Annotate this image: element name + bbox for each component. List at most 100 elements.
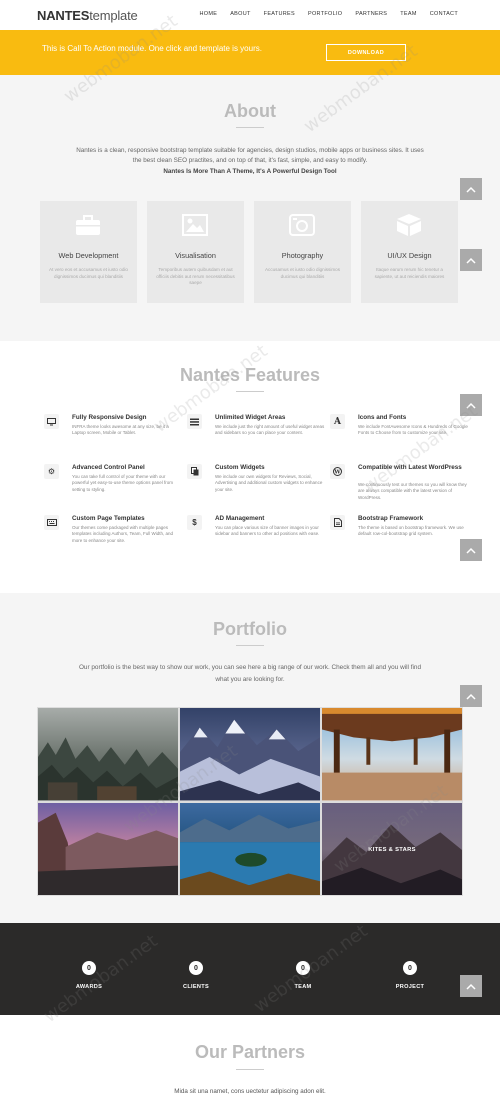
portfolio-item-kites-and-stars[interactable]: KITES & STARS (321, 801, 463, 896)
feature-desc: We include FontAwesome Icons & Hundreds … (358, 424, 468, 436)
nav-home[interactable]: HOME (200, 11, 218, 17)
card-title: Photography (281, 251, 324, 260)
nav-contact[interactable]: CONTACT (430, 11, 458, 17)
feature-title: Advanced Control Panel (72, 464, 145, 471)
title-divider (236, 127, 264, 128)
navbar: NANTEStemplate HOME ABOUT FEATURES PORTF… (0, 0, 500, 30)
download-button[interactable]: DOWNLOAD (326, 44, 406, 61)
dollar-icon: $ (187, 515, 202, 530)
stat-label: PROJECT (395, 984, 425, 990)
feature-desc: You can take full control of your theme … (72, 474, 174, 492)
feature-desc: We include our own widgets for Reviews, … (215, 474, 323, 492)
feature-desc: We include just the right amount of usef… (215, 424, 325, 436)
scroll-up-button[interactable] (460, 394, 482, 416)
scroll-up-button[interactable] (460, 249, 482, 271)
partners-description: Mida sit una namet, cons uectetur adipis… (174, 1088, 326, 1095)
stat-value: 0 (189, 961, 203, 975)
file-icon (330, 515, 345, 530)
briefcase-icon (74, 213, 102, 237)
portfolio-item-lake-island[interactable] (179, 801, 321, 896)
service-card[interactable]: Photography Accusamus et iusto odio dign… (254, 201, 351, 303)
scroll-up-button[interactable] (460, 975, 482, 997)
portfolio-item-caption: KITES & STARS (368, 846, 416, 853)
scroll-up-button[interactable] (460, 685, 482, 707)
stats-section: 0 AWARDS 0 CLIENTS 0 TEAM 0 PROJECT (0, 923, 500, 1015)
title-divider (236, 1069, 264, 1070)
feature-title: AD Management (215, 515, 265, 522)
copy-icon (187, 464, 202, 479)
service-cards: Web Development At vero eos et accusamus… (40, 201, 458, 303)
portfolio-item-foggy-forest[interactable] (37, 707, 179, 802)
card-desc: Accusamus et iusto odio dignissimos duci… (264, 267, 341, 279)
stat-label: AWARDS (75, 984, 103, 990)
cta-text: This is Call To Action module. One click… (42, 44, 262, 53)
feature-item: Bootstrap Framework The theme is based o… (330, 515, 465, 555)
card-desc: At vero eos et accusamus et iusto odio d… (49, 267, 128, 279)
scroll-up-button[interactable] (460, 178, 482, 200)
features-title: Nantes Features (179, 365, 321, 385)
stat-awards: 0 AWARDS (59, 961, 119, 990)
font-icon: A (330, 414, 345, 429)
feature-item: A Icons and Fonts We include FontAwesome… (330, 414, 468, 454)
feature-desc: Our themes come packaged with multiple p… (72, 525, 173, 543)
features-section: Nantes Features Fully Responsive Design … (0, 341, 500, 593)
chevron-up-icon (466, 693, 476, 700)
stat-label: CLIENTS (182, 984, 210, 990)
card-desc: Temporibus autem quibusdam et aut offici… (156, 267, 235, 286)
feature-item: Custom Widgets We include our own widget… (187, 464, 322, 504)
camera-icon (288, 213, 316, 237)
chevron-up-icon (466, 402, 476, 409)
nav-team[interactable]: TEAM (400, 11, 416, 17)
portfolio-section: Portfolio Our portfolio is the best way … (0, 593, 500, 923)
feature-item: ⚙ Advanced Control Panel You can take fu… (44, 464, 179, 504)
list-icon (187, 414, 202, 429)
service-card[interactable]: Visualisation Temporibus autem quibusdam… (147, 201, 244, 303)
feature-title: Compatible with Latest WordPress (358, 464, 462, 471)
portfolio-description: Our portfolio is the best way to show ou… (78, 664, 422, 683)
partners-section: Our Partners Mida sit una namet, cons ue… (0, 1015, 500, 1100)
logo[interactable]: NANTEStemplate (37, 8, 138, 23)
svg-text:W: W (333, 470, 341, 476)
nav-partners[interactable]: PARTNERS (355, 11, 387, 17)
title-divider (236, 645, 264, 646)
nav-about[interactable]: ABOUT (230, 11, 250, 17)
feature-title: Custom Page Templates (72, 515, 145, 522)
stat-label: TEAM (294, 984, 312, 990)
monitor-icon (44, 414, 59, 429)
about-section: About Nantes is a clean, responsive boot… (0, 75, 500, 341)
service-card[interactable]: Web Development At vero eos et accusamus… (40, 201, 137, 303)
card-desc: Itaque earum rerum hic tenetur a sapient… (374, 267, 445, 279)
stat-clients: 0 CLIENTS (166, 961, 226, 990)
service-card[interactable]: UI/UX Design Itaque earum rerum hic tene… (361, 201, 458, 303)
feature-desc: You can place various size of banner ima… (215, 525, 320, 537)
portfolio-item-snow-mountains[interactable] (179, 707, 321, 802)
partners-title: Our Partners (194, 1042, 306, 1062)
portfolio-item-canyon-dusk[interactable] (37, 801, 179, 896)
cogs-icon: ⚙ (44, 464, 59, 479)
stat-value: 0 (296, 961, 310, 975)
portfolio-grid: KITES & STARS (37, 707, 463, 896)
about-title: About (224, 101, 276, 121)
feature-item: W Compatible with Latest WordPress We co… (330, 464, 467, 504)
feature-item: Fully Responsive Design INFRA theme look… (44, 414, 179, 454)
feature-title: Custom Widgets (215, 464, 265, 471)
feature-title: Unlimited Widget Areas (215, 414, 286, 421)
stat-value: 0 (82, 961, 96, 975)
nav-portfolio[interactable]: PORTFOLIO (308, 11, 342, 17)
feature-item: $ AD Management You can place various si… (187, 515, 322, 555)
chevron-up-icon (466, 983, 476, 990)
call-to-action-bar: This is Call To Action module. One click… (0, 30, 500, 75)
cube-icon (395, 213, 423, 237)
feature-title: Bootstrap Framework (358, 515, 424, 522)
scroll-up-button[interactable] (460, 539, 482, 561)
portfolio-item-pier-sunset[interactable] (321, 707, 463, 802)
nav-features[interactable]: FEATURES (264, 11, 295, 17)
chevron-up-icon (466, 186, 476, 193)
feature-item: Custom Page Templates Our themes come pa… (44, 515, 179, 555)
chevron-up-icon (466, 257, 476, 264)
stat-project: 0 PROJECT (380, 961, 440, 990)
wordpress-icon: W (330, 464, 345, 479)
feature-title: Icons and Fonts (358, 414, 407, 421)
stat-value: 0 (403, 961, 417, 975)
card-title: Web Development (58, 251, 119, 260)
